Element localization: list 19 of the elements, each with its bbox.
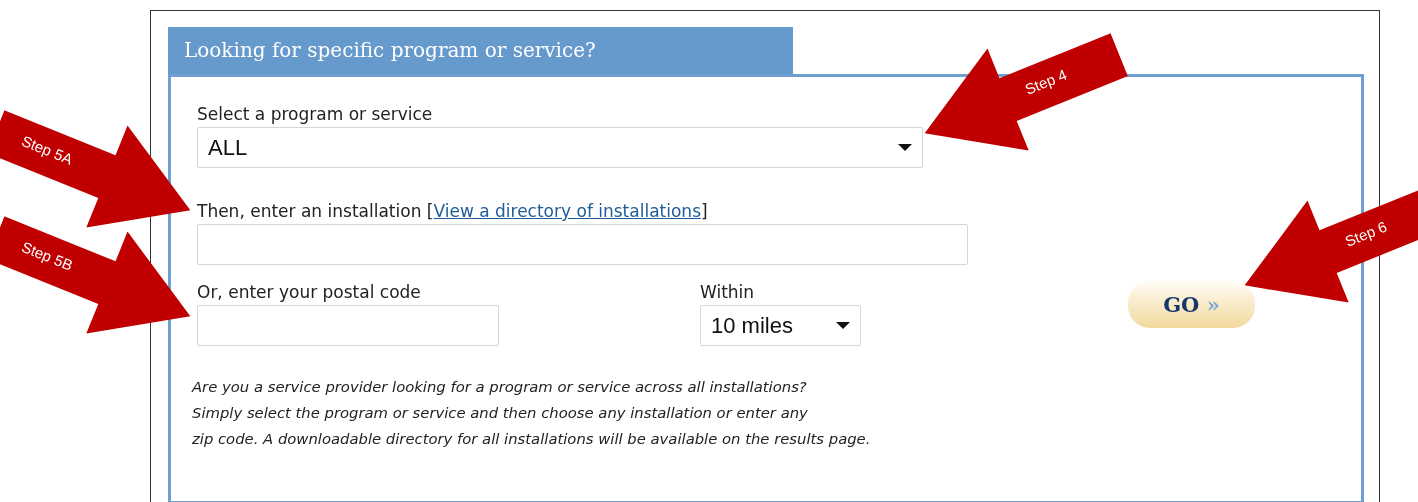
- field-label: Select a program or service: [197, 103, 433, 125]
- help-text: Are you a service provider looking for a program or service across all installations? Simply select the program or service and then choose any installation or enter any zip code. A downloadable directory for all installations will be available on the results page.: [192, 377, 872, 449]
- field-label: Or, enter your postal code: [197, 281, 421, 303]
- callout-label: Step 5B: [18, 237, 76, 276]
- directory-link[interactable]: View a directory of installations: [433, 201, 701, 221]
- go-button[interactable]: GO »: [1128, 281, 1255, 328]
- distance-select[interactable]: 10 miles: [700, 305, 861, 346]
- installation-input-field[interactable]: [197, 224, 968, 265]
- panel-title: Looking for specific program or service?: [184, 38, 596, 62]
- caret-icon: [836, 322, 850, 329]
- field-label: Then, enter an installation [View a directory of installations]: [197, 200, 708, 222]
- field-label: Within: [700, 281, 755, 303]
- callout-label: Step 6: [1342, 216, 1390, 252]
- callout-label: Step 5A: [18, 131, 76, 170]
- caret-icon: [898, 144, 912, 151]
- postal-code-input-field[interactable]: [197, 305, 499, 346]
- program-select[interactable]: ALL: [197, 127, 923, 168]
- double-chevron-icon: »: [1206, 291, 1220, 317]
- callout-label: Step 4: [1022, 64, 1070, 100]
